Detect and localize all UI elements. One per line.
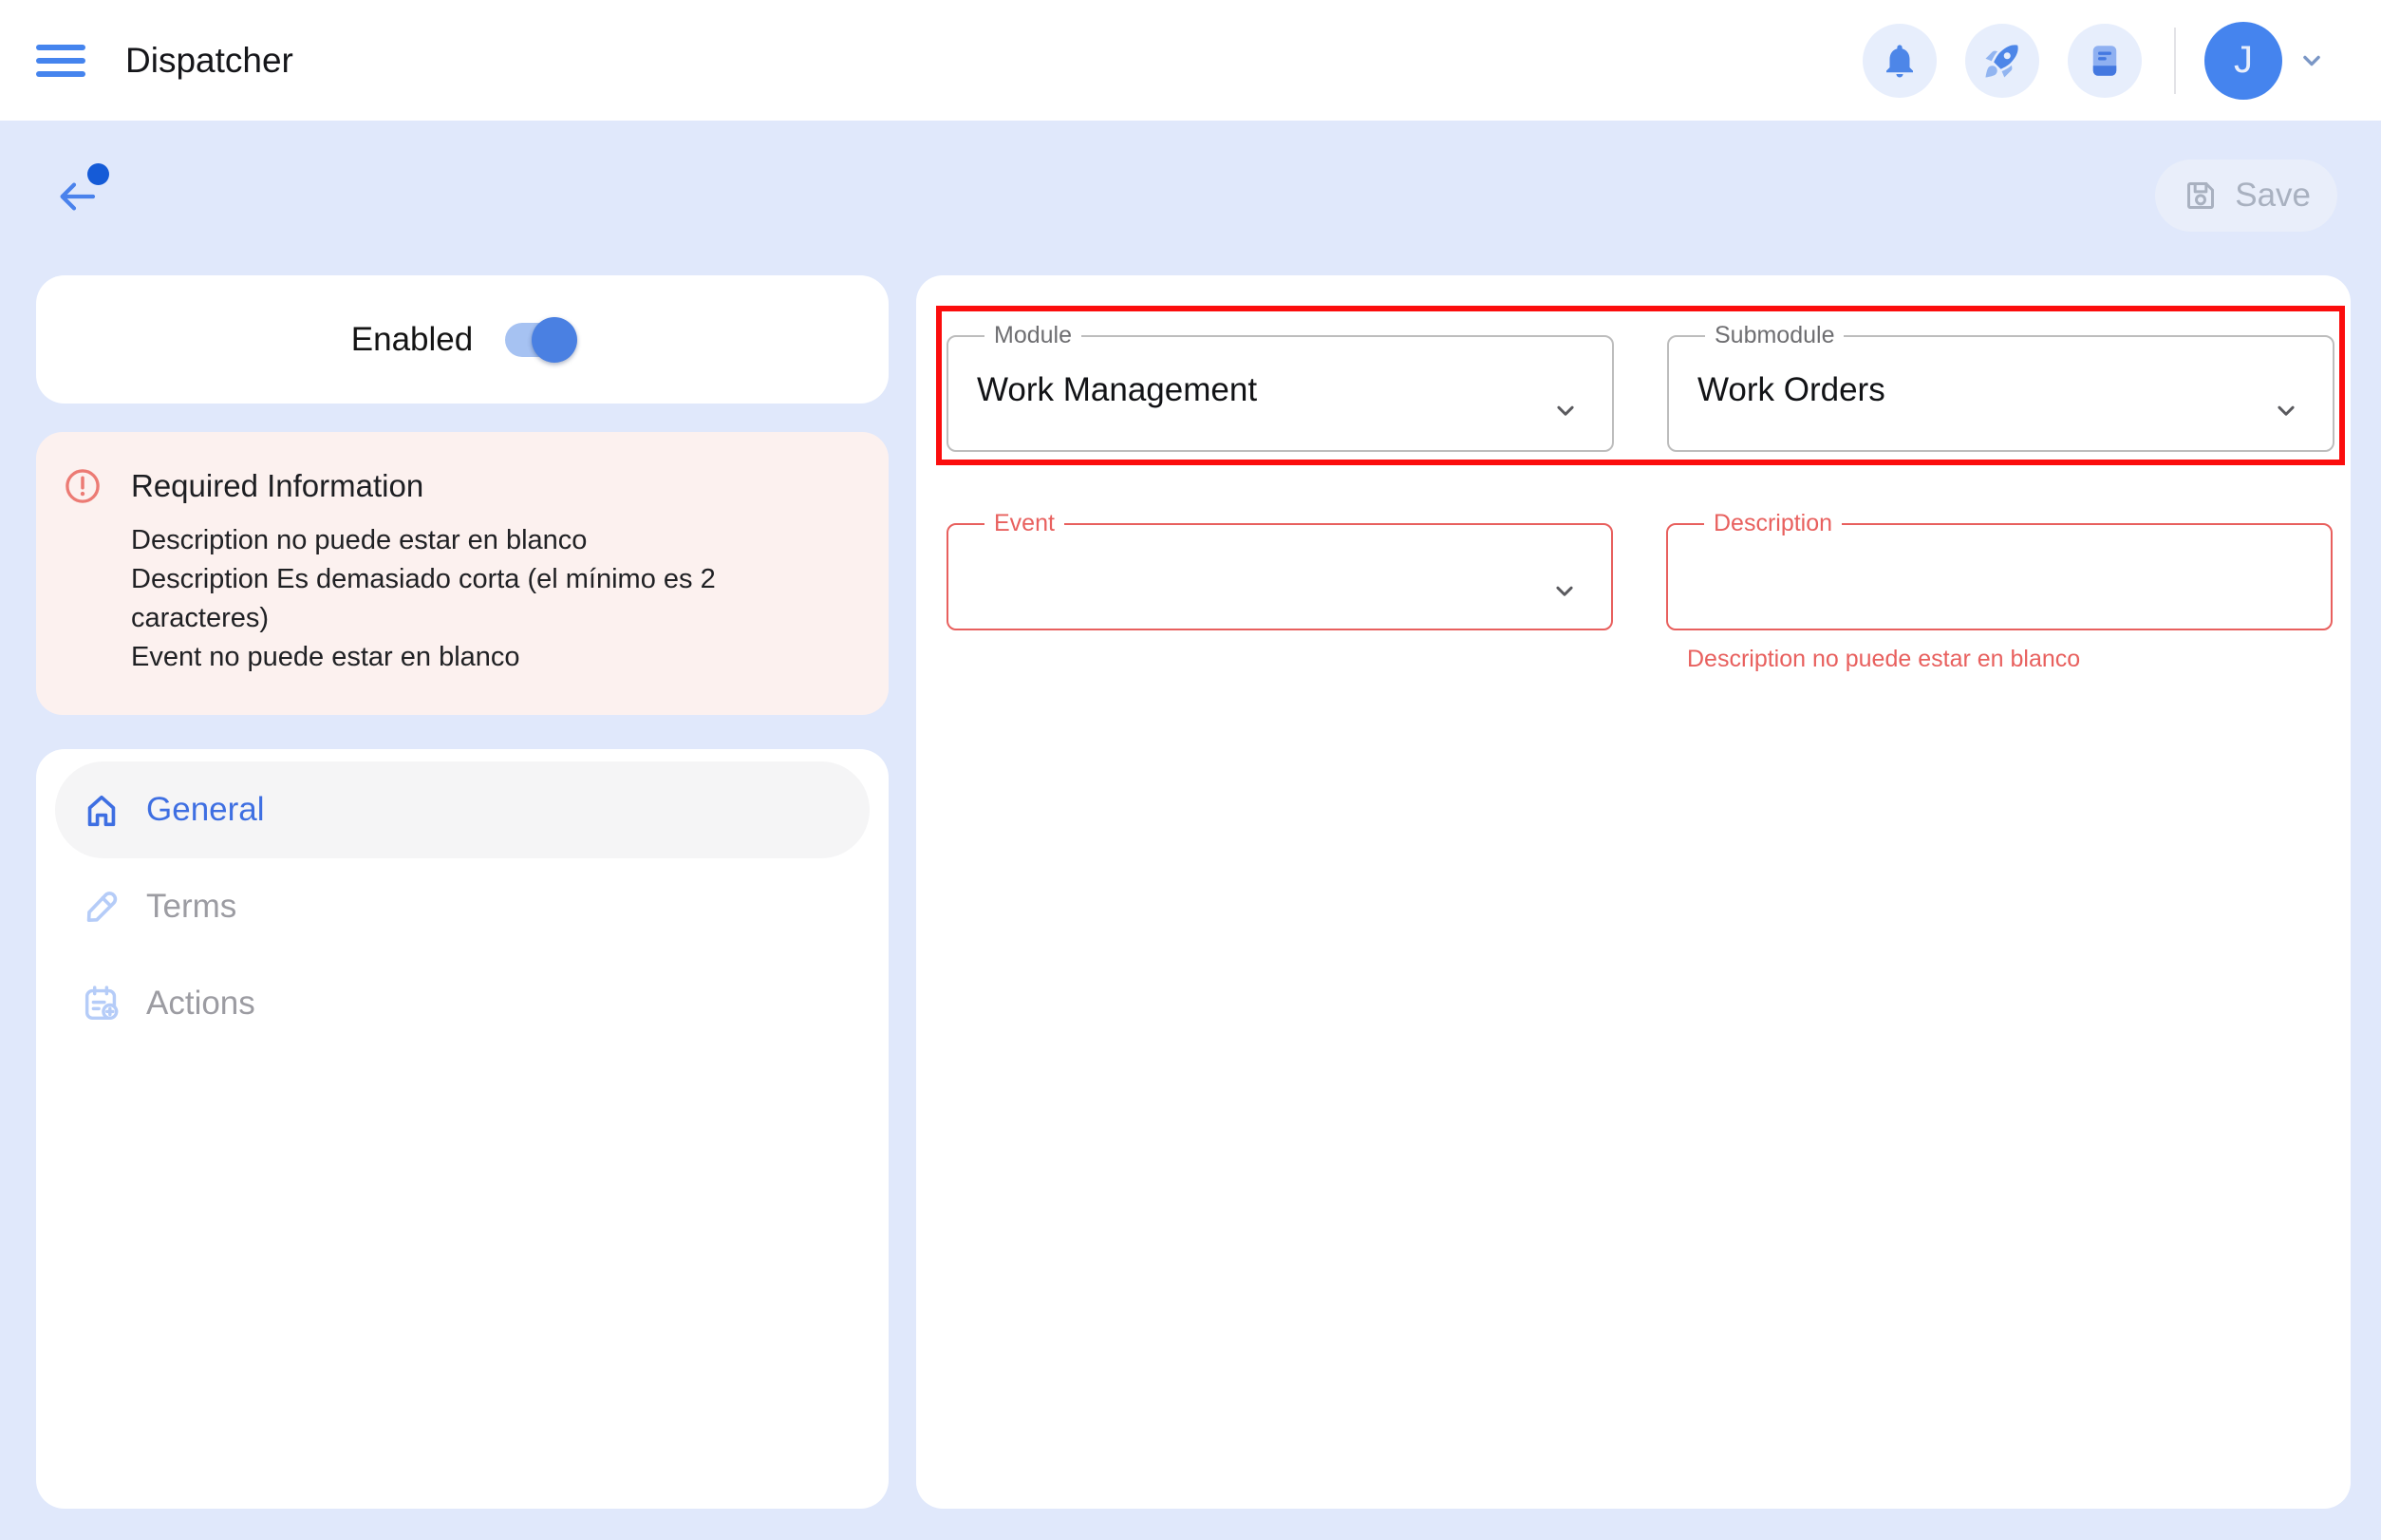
menu-icon[interactable] xyxy=(36,45,85,77)
event-select[interactable]: Event xyxy=(947,511,1613,630)
annotation-highlight-box: Module Work Management Submodule Work Or… xyxy=(936,306,2345,465)
avatar[interactable]: J xyxy=(2204,22,2282,100)
alert-error-line: Description Es demasiado corta (el mínim… xyxy=(131,560,851,638)
enabled-toggle[interactable] xyxy=(505,323,573,357)
back-button[interactable] xyxy=(53,161,129,228)
description-error-text: Description no puede estar en blanco xyxy=(1687,646,2333,673)
alert-error-line: Event no puede estar en blanco xyxy=(131,638,851,677)
form-panel: Module Work Management Submodule Work Or… xyxy=(916,275,2351,1509)
rocket-icon xyxy=(1982,41,2022,81)
submodule-value: Work Orders xyxy=(1697,348,2304,409)
nav-item-label: Terms xyxy=(146,888,236,926)
required-information-alert: Required Information Description no pued… xyxy=(36,432,889,715)
chevron-down-icon xyxy=(1549,394,1582,426)
alert-title: Required Information xyxy=(131,468,423,504)
chevron-down-icon xyxy=(1548,574,1581,607)
docs-button[interactable] xyxy=(2068,24,2142,98)
module-value: Work Management xyxy=(977,348,1584,409)
nav-item-general[interactable]: General xyxy=(55,761,870,858)
alert-error-line: Description no puede estar en blanco xyxy=(131,521,851,560)
divider xyxy=(2174,28,2176,94)
module-select[interactable]: Module Work Management xyxy=(947,323,1614,452)
save-button[interactable]: Save xyxy=(2155,160,2337,232)
nav-item-terms[interactable]: Terms xyxy=(55,858,870,955)
submodule-select[interactable]: Submodule Work Orders xyxy=(1667,323,2334,452)
description-label: Description xyxy=(1714,510,1832,536)
save-label: Save xyxy=(2235,177,2311,215)
event-value xyxy=(977,536,1583,570)
enabled-card: Enabled xyxy=(36,275,889,404)
sidebar: Enabled Required Information Description… xyxy=(36,275,889,1509)
pencil-icon xyxy=(80,885,123,929)
chevron-down-icon xyxy=(2270,394,2302,426)
section-nav: General Terms Actions xyxy=(36,749,889,1509)
top-bar: Dispatcher J xyxy=(0,0,2381,121)
chevron-down-icon[interactable] xyxy=(2296,45,2328,77)
notifications-button[interactable] xyxy=(1863,24,1937,98)
home-icon xyxy=(80,788,123,832)
description-value xyxy=(1697,536,2302,570)
description-field-group: Description Description no puede estar e… xyxy=(1666,511,2333,673)
event-label: Event xyxy=(994,510,1055,536)
module-label: Module xyxy=(994,322,1072,348)
description-input[interactable]: Description xyxy=(1666,511,2333,630)
bell-icon xyxy=(1880,41,1920,81)
nav-item-label: Actions xyxy=(146,985,255,1023)
nav-item-actions[interactable]: Actions xyxy=(55,955,870,1052)
enabled-label: Enabled xyxy=(351,321,473,359)
notification-dot xyxy=(87,163,109,185)
submodule-label: Submodule xyxy=(1715,322,1834,348)
nav-item-label: General xyxy=(146,791,265,829)
launch-button[interactable] xyxy=(1965,24,2039,98)
save-icon xyxy=(2182,177,2220,215)
page-title: Dispatcher xyxy=(125,41,293,81)
calendar-plus-icon xyxy=(80,982,123,1025)
error-icon xyxy=(63,466,103,506)
book-icon xyxy=(2085,41,2125,81)
